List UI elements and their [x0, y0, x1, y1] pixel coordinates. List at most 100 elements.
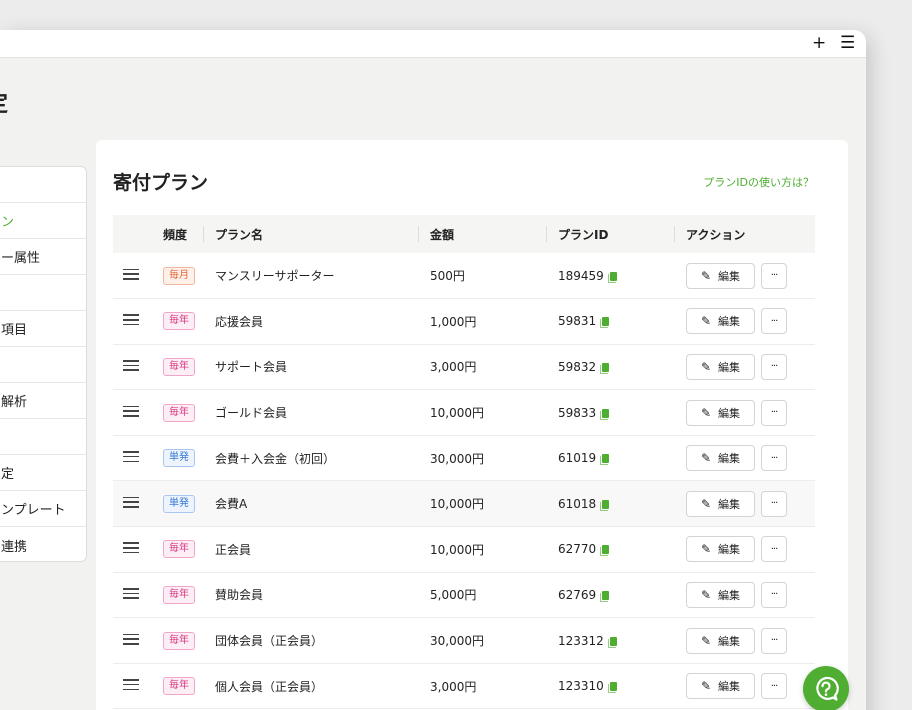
sidebar-item[interactable]: [0, 167, 86, 203]
drag-handle-cell[interactable]: [113, 618, 151, 664]
amount: 10,000円: [430, 542, 484, 557]
plan-id-cell: 59832: [546, 344, 674, 390]
copy-icon[interactable]: [607, 682, 617, 694]
drag-handle-icon[interactable]: [123, 405, 139, 417]
drag-handle-icon[interactable]: [123, 633, 139, 645]
drag-handle-icon[interactable]: [123, 359, 139, 371]
sidebar-item[interactable]: [0, 347, 86, 383]
actions-cell: ✎ 編集 ···: [674, 253, 815, 299]
edit-button[interactable]: ✎ 編集: [686, 536, 755, 563]
copy-icon[interactable]: [600, 317, 610, 329]
more-options-button[interactable]: ···: [761, 399, 787, 426]
edit-label: 編集: [718, 588, 741, 602]
edit-button[interactable]: ✎ 編集: [686, 262, 755, 289]
sidebar-item[interactable]: 定: [0, 455, 86, 491]
plan-name: 個人会員（正会員）: [215, 679, 324, 694]
drag-handle-cell[interactable]: [113, 344, 151, 390]
plan-name: 会費A: [215, 497, 248, 512]
more-options-button[interactable]: ···: [761, 445, 787, 472]
help-chat-button[interactable]: [803, 666, 849, 710]
edit-button[interactable]: ✎ 編集: [686, 627, 755, 654]
sidebar-item[interactable]: ー属性: [0, 239, 86, 275]
drag-handle-icon[interactable]: [123, 679, 139, 691]
sidebar-item[interactable]: 解析: [0, 383, 86, 419]
copy-icon[interactable]: [607, 636, 617, 648]
plan-id-help-link[interactable]: プランIDの使い方は？: [703, 174, 814, 190]
drag-handle-icon[interactable]: [123, 314, 139, 326]
column-divider: [546, 226, 547, 242]
amount: 500円: [430, 269, 465, 284]
plan-id-cell: 62770: [546, 527, 674, 573]
sidebar-item[interactable]: ンプレート: [0, 491, 86, 527]
frequency-cell: 単発: [151, 435, 203, 481]
drag-handle-cell[interactable]: [113, 481, 151, 527]
frequency-cell: 毎年: [151, 299, 203, 345]
drag-handle-icon[interactable]: [123, 542, 139, 554]
sidebar-item[interactable]: [0, 419, 86, 455]
actions-cell: ✎ 編集 ···: [674, 435, 815, 481]
question-icon: [816, 676, 839, 701]
sidebar-item[interactable]: ン: [0, 203, 86, 239]
hamburger-menu-icon[interactable]: ☰: [840, 34, 855, 52]
edit-button[interactable]: ✎ 編集: [686, 445, 755, 472]
drag-handle-cell[interactable]: [113, 253, 151, 299]
amount: 10,000円: [430, 497, 484, 512]
more-options-button[interactable]: ···: [761, 308, 787, 335]
edit-button[interactable]: ✎ 編集: [686, 308, 755, 335]
plan-id: 59832: [558, 359, 597, 374]
edit-button[interactable]: ✎ 編集: [686, 353, 755, 380]
plus-icon[interactable]: +: [812, 34, 826, 52]
copy-icon[interactable]: [600, 454, 610, 466]
more-options-button[interactable]: ···: [761, 581, 787, 608]
frequency-badge: 毎年: [163, 540, 195, 559]
column-header: プラン名: [203, 215, 418, 253]
drag-handle-cell[interactable]: [113, 572, 151, 618]
drag-handle-icon[interactable]: [123, 496, 139, 508]
column-header-label: 頻度: [163, 227, 188, 242]
column-header: 金額: [418, 215, 546, 253]
more-options-button[interactable]: ···: [761, 490, 787, 517]
actions-cell: ✎ 編集 ···: [674, 390, 815, 436]
more-options-button[interactable]: ···: [761, 673, 787, 700]
drag-handle-icon[interactable]: [123, 268, 139, 280]
copy-icon[interactable]: [600, 590, 610, 602]
column-divider: [418, 226, 419, 242]
column-header-label: プランID: [558, 227, 609, 242]
edit-button[interactable]: ✎ 編集: [686, 581, 755, 608]
edit-label: 編集: [718, 406, 741, 420]
drag-handle-cell[interactable]: [113, 299, 151, 345]
drag-handle-cell[interactable]: [113, 527, 151, 573]
edit-button[interactable]: ✎ 編集: [686, 399, 755, 426]
sidebar-item[interactable]: [0, 275, 86, 311]
plan-name: 正会員: [215, 542, 252, 557]
more-options-button[interactable]: ···: [761, 536, 787, 563]
frequency-cell: 毎年: [151, 572, 203, 618]
plans-card: 寄付プラン プランIDの使い方は？ 頻度 プラン名 金額 プランID アクション 毎月 マ…: [96, 140, 848, 710]
edit-button[interactable]: ✎ 編集: [686, 673, 755, 700]
drag-handle-cell[interactable]: [113, 663, 151, 709]
edit-label: 編集: [718, 543, 741, 557]
drag-handle-cell[interactable]: [113, 435, 151, 481]
copy-icon[interactable]: [607, 271, 617, 283]
copy-icon[interactable]: [600, 362, 610, 374]
actions-cell: ✎ 編集 ···: [674, 572, 815, 618]
more-options-button[interactable]: ···: [761, 353, 787, 380]
sidebar-item[interactable]: 項目: [0, 311, 86, 347]
drag-handle-cell[interactable]: [113, 390, 151, 436]
table-row: 毎年 賛助会員 5,000円 62769 ✎ 編集 ···: [113, 572, 815, 618]
drag-handle-icon[interactable]: [123, 587, 139, 599]
pencil-icon: ✎: [700, 268, 712, 283]
plan-id: 61018: [558, 496, 597, 511]
copy-icon[interactable]: [600, 499, 610, 511]
edit-button[interactable]: ✎ 編集: [686, 490, 755, 517]
copy-icon[interactable]: [600, 408, 610, 420]
more-options-button[interactable]: ···: [761, 627, 787, 654]
frequency-badge: 毎年: [163, 631, 195, 650]
drag-handle-icon[interactable]: [123, 451, 139, 463]
more-options-button[interactable]: ···: [761, 262, 787, 289]
column-header: 頻度: [151, 215, 203, 253]
copy-icon[interactable]: [600, 545, 610, 557]
sidebar-item[interactable]: 連携: [0, 527, 86, 563]
page-title: 定: [0, 86, 8, 118]
frequency-cell: 毎年: [151, 618, 203, 664]
